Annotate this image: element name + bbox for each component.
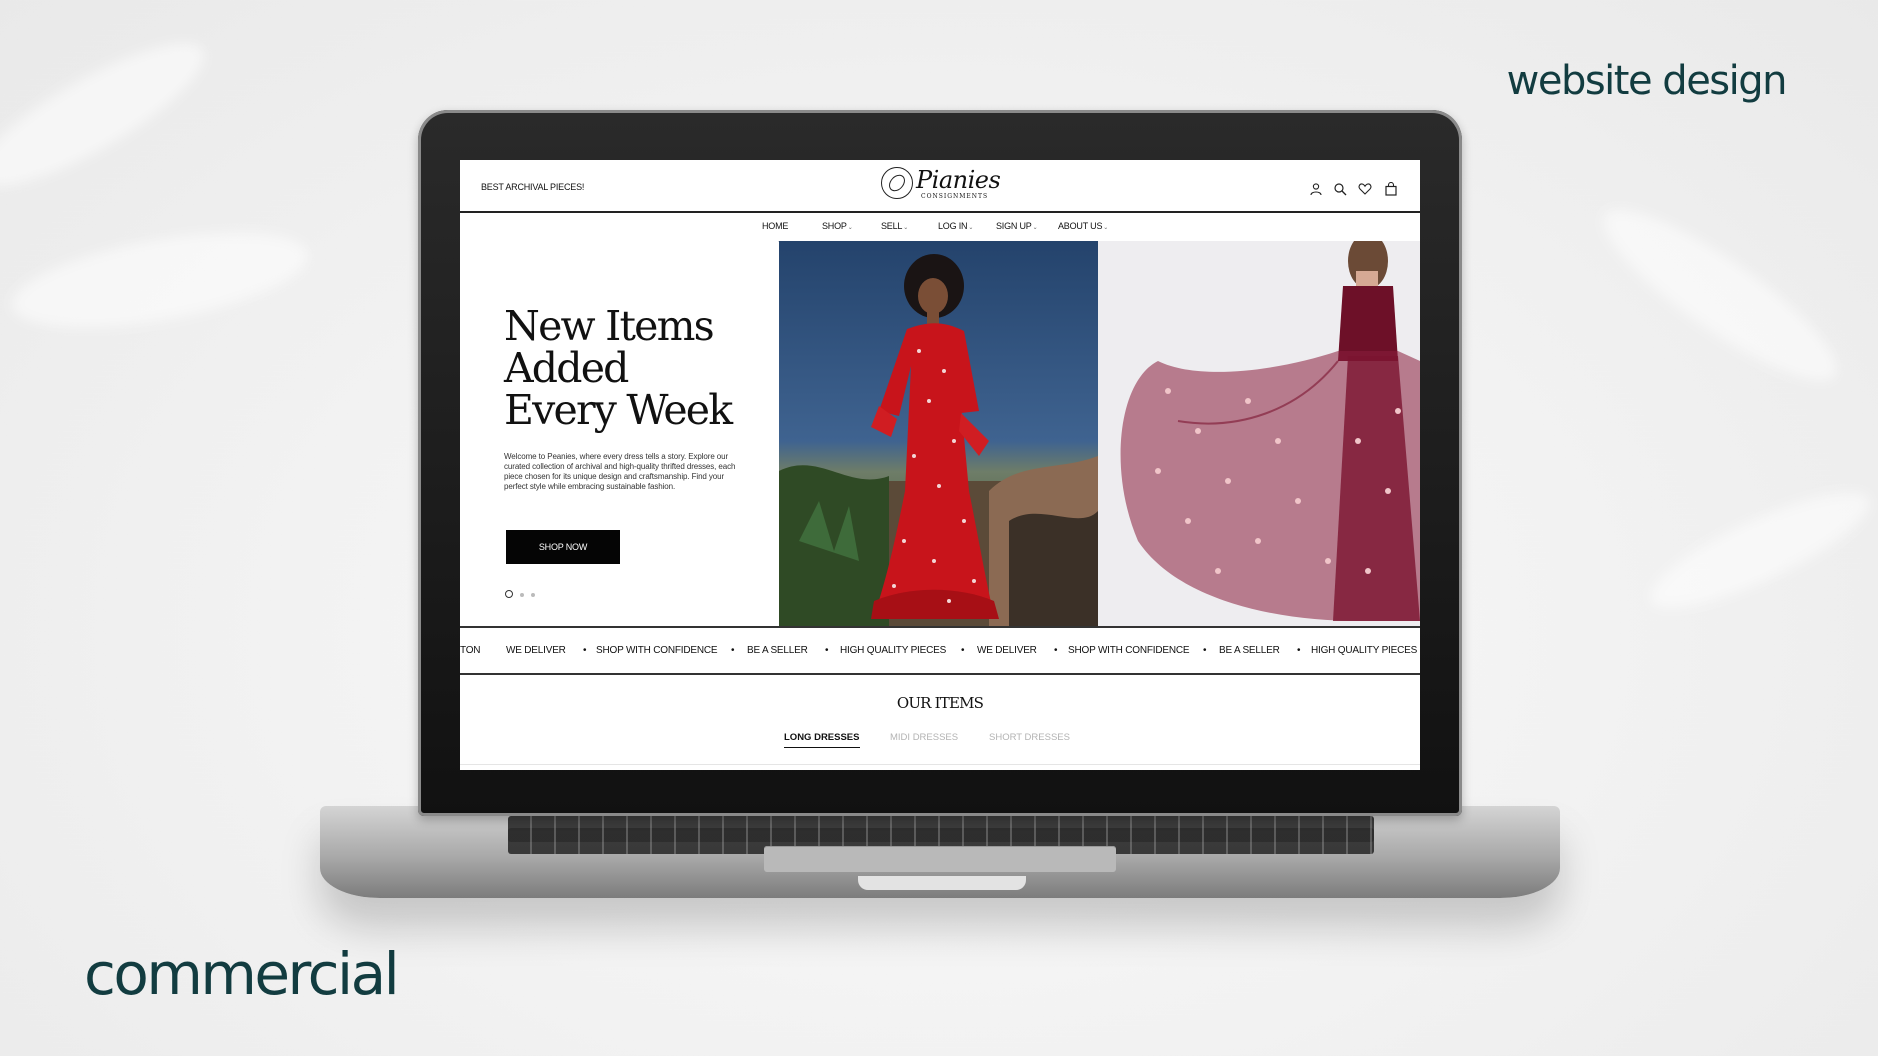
nav-label: LOG IN: [938, 221, 968, 231]
chevron-down-icon: ⌄: [903, 225, 909, 231]
nav-label: SELL: [881, 221, 903, 231]
background-leaf: [0, 19, 221, 211]
ticker-separator: •: [961, 645, 965, 656]
ticker-separator: •: [731, 645, 735, 656]
user-icon[interactable]: [1309, 182, 1323, 196]
ticker-bar: TON WE DELIVER • SHOP WITH CONFIDENCE • …: [460, 626, 1420, 675]
chevron-down-icon: ⌄: [968, 225, 974, 231]
search-icon[interactable]: [1333, 182, 1347, 196]
ticker-item: HIGH QUALITY PIECES: [840, 645, 947, 656]
tab-long-dresses[interactable]: LONG DRESSES: [784, 732, 860, 748]
ticker-separator: •: [1054, 645, 1058, 656]
hero-image-gown: [1098, 241, 1420, 626]
bag-icon[interactable]: [1384, 182, 1398, 196]
background-leaf: [5, 214, 315, 346]
nav-label: SHOP: [822, 221, 847, 231]
nav-signup[interactable]: SIGN UP⌄: [996, 221, 1038, 231]
laptop-notch: [858, 876, 1026, 890]
logo-icon[interactable]: [881, 167, 913, 199]
website-screen: BEST ARCHIVAL PIECES! Pianies CONSIGNMEN…: [460, 160, 1420, 770]
nav-home[interactable]: HOME: [762, 221, 788, 231]
ticker-item: BE A SELLER: [1219, 645, 1280, 656]
ticker-item: SHOP WITH CONFIDENCE: [1068, 645, 1190, 656]
ticker-item: WE DELIVER: [506, 645, 566, 656]
red-dress-photo: [779, 254, 1098, 626]
nav-login[interactable]: LOG IN⌄: [938, 221, 973, 231]
items-grid-divider: [460, 764, 1420, 765]
website-design-label: website design: [1506, 58, 1788, 104]
ticker-item: TON: [460, 645, 481, 656]
carousel-dot[interactable]: [520, 593, 524, 597]
ticker-item: BE A SELLER: [747, 645, 808, 656]
nav-about[interactable]: ABOUT US⌄: [1058, 221, 1108, 231]
background-leaf: [1638, 472, 1878, 628]
logo-subtitle: CONSIGNMENTS: [921, 193, 989, 200]
tab-short-dresses[interactable]: SHORT DRESSES: [989, 732, 1070, 743]
ticker-separator: •: [583, 645, 587, 656]
nav-label: SIGN UP: [996, 221, 1032, 231]
carousel-dot[interactable]: [531, 593, 535, 597]
ticker-separator: •: [1203, 645, 1207, 656]
shop-now-button[interactable]: SHOP NOW: [506, 530, 620, 564]
hero-panel: New Items Added Every Week Welcome to Pe…: [460, 241, 778, 626]
chevron-down-icon: ⌄: [1032, 225, 1038, 231]
ticker-item: WE DELIVER: [977, 645, 1037, 656]
background-leaf: [1585, 186, 1855, 404]
main-nav: HOME SHOP⌄ SELL⌄ LOG IN⌄ SIGN UP⌄ ABOUT …: [460, 212, 1420, 242]
site-header: BEST ARCHIVAL PIECES! Pianies CONSIGNMEN…: [460, 160, 1420, 213]
carousel-dots: [505, 584, 542, 602]
nav-label: HOME: [762, 221, 789, 231]
ticker-item: HIGH QUALITY PIECES: [1311, 645, 1418, 656]
heart-icon[interactable]: [1358, 182, 1372, 196]
nav-sell[interactable]: SELL⌄: [881, 221, 908, 231]
tab-midi-dresses[interactable]: MIDI DRESSES: [890, 732, 958, 743]
ticker-separator: •: [1297, 645, 1301, 656]
ticker-item: SHOP WITH CONFIDENCE: [596, 645, 718, 656]
our-items-title: OUR ITEMS: [896, 694, 984, 712]
ticker-separator: •: [825, 645, 829, 656]
carousel-dot-active[interactable]: [505, 590, 513, 598]
promo-text: BEST ARCHIVAL PIECES!: [481, 182, 585, 192]
chevron-down-icon: ⌄: [847, 225, 853, 231]
nav-shop[interactable]: SHOP⌄: [822, 221, 853, 231]
nav-label: ABOUT US: [1058, 221, 1103, 231]
hero-description: Welcome to Peanies, where every dress te…: [504, 452, 736, 491]
laptop-trackpad: [764, 846, 1116, 872]
hero-image-red-dress: [779, 241, 1098, 626]
logo-name[interactable]: Pianies: [916, 166, 1001, 194]
hero-title: New Items Added Every Week: [504, 302, 733, 434]
commercial-label: commercial: [84, 940, 400, 1008]
gown-photo: [1120, 241, 1420, 621]
chevron-down-icon: ⌄: [1103, 225, 1109, 231]
